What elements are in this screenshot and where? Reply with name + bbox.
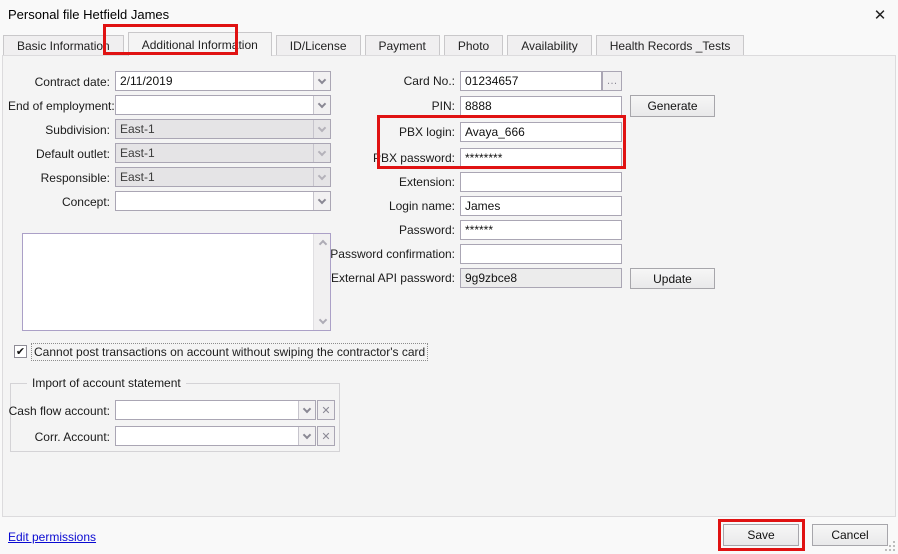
checkmark-icon: ✔	[16, 345, 25, 358]
corr-account-clear-button[interactable]: ✕	[317, 426, 335, 446]
ellipsis-icon: …	[607, 75, 618, 87]
card-no-label: Card No.:	[325, 71, 455, 91]
default-outlet-label: Default outlet:	[8, 144, 110, 164]
external-api-password-field	[460, 268, 622, 288]
end-of-employment-input[interactable]	[116, 96, 313, 114]
default-outlet-combobox	[115, 143, 331, 163]
contract-date-label: Contract date:	[8, 72, 110, 92]
concept-input[interactable]	[116, 192, 313, 210]
external-api-password-input	[461, 269, 621, 287]
resize-grip[interactable]	[885, 541, 895, 551]
extension-input[interactable]	[461, 173, 621, 191]
cash-flow-account-input[interactable]	[116, 401, 298, 419]
pbx-password-label: PBX password:	[325, 148, 455, 168]
login-name-label: Login name:	[325, 196, 455, 216]
notes-textarea-frame	[22, 233, 331, 331]
card-no-browse-button[interactable]: …	[602, 71, 622, 91]
import-group-title: Import of account statement	[27, 376, 186, 390]
cancel-button[interactable]: Cancel	[812, 524, 888, 546]
password-confirmation-label: Password confirmation:	[325, 244, 455, 264]
tab-additional-information[interactable]: Additional Information	[128, 32, 272, 56]
edit-permissions-link[interactable]: Edit permissions	[8, 530, 96, 544]
card-no-input[interactable]	[461, 72, 601, 90]
default-outlet-input	[116, 144, 313, 162]
login-name-input[interactable]	[461, 197, 621, 215]
corr-account-label: Corr. Account:	[8, 427, 110, 447]
generate-button[interactable]: Generate	[630, 95, 715, 117]
pbx-login-field[interactable]	[460, 122, 622, 142]
extension-field[interactable]	[460, 172, 622, 192]
pin-field[interactable]	[460, 96, 622, 116]
end-of-employment-combobox[interactable]	[115, 95, 331, 115]
pbx-password-field[interactable]	[460, 148, 622, 168]
responsible-label: Responsible:	[8, 168, 110, 188]
concept-label: Concept:	[8, 192, 110, 212]
close-icon[interactable]: ✕	[870, 5, 890, 25]
subdivision-combobox	[115, 119, 331, 139]
tab-basic-information[interactable]: Basic Information	[3, 35, 124, 56]
subdivision-label: Subdivision:	[8, 120, 110, 140]
password-input[interactable]	[461, 221, 621, 239]
tab-id-license[interactable]: ID/License	[276, 35, 361, 56]
password-confirmation-input[interactable]	[461, 245, 621, 263]
card-no-field[interactable]	[460, 71, 602, 91]
dialog-title: Personal file Hetfield James	[8, 7, 169, 22]
pbx-password-input[interactable]	[461, 149, 621, 167]
save-button[interactable]: Save	[723, 524, 799, 546]
corr-account-input[interactable]	[116, 427, 298, 445]
corr-account-combobox[interactable]	[115, 426, 316, 446]
tab-health-records-tests[interactable]: Health Records _Tests	[596, 35, 745, 56]
login-name-field[interactable]	[460, 196, 622, 216]
corr-account-dropdown-button[interactable]	[298, 427, 315, 445]
notes-textarea[interactable]	[23, 234, 312, 330]
contract-date-combobox[interactable]	[115, 71, 331, 91]
password-field[interactable]	[460, 220, 622, 240]
external-api-password-label: External API password:	[325, 268, 455, 288]
responsible-input	[116, 168, 313, 186]
contract-date-input[interactable]	[116, 72, 313, 90]
password-label: Password:	[325, 220, 455, 240]
responsible-combobox	[115, 167, 331, 187]
tab-payment[interactable]: Payment	[365, 35, 440, 56]
tab-photo[interactable]: Photo	[444, 35, 503, 56]
end-of-employment-label: End of employment:	[8, 96, 110, 116]
pbx-login-label: PBX login:	[325, 122, 455, 142]
chevron-down-icon	[303, 430, 311, 438]
pin-label: PIN:	[325, 96, 455, 116]
swipe-card-checkbox-label[interactable]: Cannot post transactions on account with…	[31, 343, 428, 361]
clear-x-icon: ✕	[321, 430, 330, 443]
extension-label: Extension:	[325, 172, 455, 192]
cash-flow-account-clear-button[interactable]: ✕	[317, 400, 335, 420]
subdivision-input	[116, 120, 313, 138]
tab-availability[interactable]: Availability	[507, 35, 591, 56]
chevron-down-icon	[303, 404, 311, 412]
cash-flow-account-combobox[interactable]	[115, 400, 316, 420]
pin-input[interactable]	[461, 97, 621, 115]
scroll-down-icon[interactable]	[314, 313, 331, 330]
concept-combobox[interactable]	[115, 191, 331, 211]
password-confirmation-field[interactable]	[460, 244, 622, 264]
tab-strip: Basic Information Additional Information…	[3, 33, 748, 56]
cash-flow-account-label: Cash flow account:	[8, 401, 110, 421]
update-button[interactable]: Update	[630, 268, 715, 289]
pbx-login-input[interactable]	[461, 123, 621, 141]
swipe-card-checkbox[interactable]: ✔	[14, 345, 27, 358]
cash-flow-account-dropdown-button[interactable]	[298, 401, 315, 419]
clear-x-icon: ✕	[321, 404, 330, 417]
